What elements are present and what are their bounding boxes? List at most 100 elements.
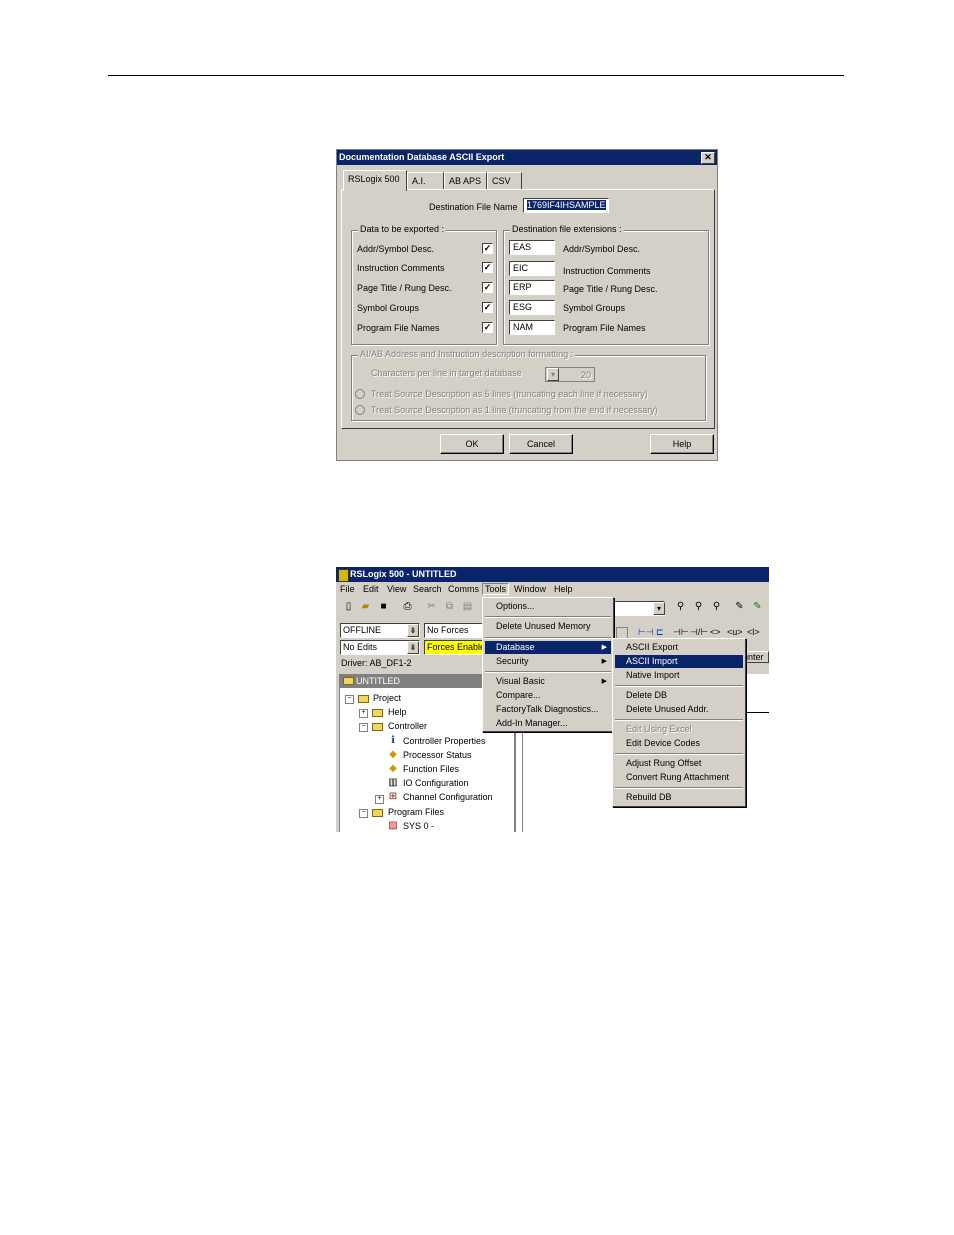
- extension-label: Page Title / Rung Desc.: [563, 284, 658, 294]
- app-title-bar: RSLogix 500 - UNTITLED: [336, 567, 769, 582]
- replace-icon[interactable]: ⚲: [711, 601, 722, 612]
- extension-input[interactable]: NAM: [509, 320, 555, 335]
- rung-icon[interactable]: ⊢⊣: [638, 627, 654, 638]
- page-title-checkbox[interactable]: ✓: [482, 282, 493, 293]
- addr-symbol-checkbox[interactable]: ✓: [482, 243, 493, 254]
- copy-icon[interactable]: ⧉: [444, 601, 455, 612]
- ote-instruction[interactable]: <>: [710, 627, 721, 637]
- ok-button[interactable]: OK: [440, 434, 504, 454]
- radio-five-lines[interactable]: [355, 389, 365, 399]
- io-configuration-icon: ▥: [388, 777, 398, 788]
- close-icon[interactable]: ✕: [701, 152, 715, 164]
- tree-item-sys0[interactable]: SYS 0 -: [403, 821, 434, 831]
- collapse-icon[interactable]: −: [345, 695, 354, 704]
- menu-item-ascii-export[interactable]: ASCII Export: [615, 641, 743, 654]
- branch-icon[interactable]: ⊏: [656, 627, 664, 638]
- forces-enabled-field: Forces Enable: [424, 640, 485, 655]
- tree-item-program-files[interactable]: Program Files: [388, 807, 444, 817]
- tree-item-processor-status[interactable]: Processor Status: [403, 750, 472, 760]
- database-submenu: ASCII Export ASCII Import Native Import …: [612, 638, 746, 807]
- chevron-down-icon[interactable]: ▾: [653, 602, 665, 615]
- symbol-groups-checkbox[interactable]: ✓: [482, 302, 493, 313]
- cancel-button[interactable]: Cancel: [509, 434, 573, 454]
- menu-item-compare[interactable]: Compare...: [485, 689, 611, 702]
- collapse-icon[interactable]: −: [359, 809, 368, 818]
- save-icon[interactable]: ■: [378, 601, 389, 612]
- menu-item-visual-basic[interactable]: Visual Basic ▶: [485, 675, 611, 688]
- tree-item-controller-properties[interactable]: Controller Properties: [403, 736, 486, 746]
- find-icon[interactable]: ⚲: [675, 601, 686, 612]
- menu-edit[interactable]: Edit: [363, 584, 379, 594]
- app-title: RSLogix 500 - UNTITLED: [350, 569, 457, 579]
- tree-item-io-configuration[interactable]: IO Configuration: [403, 778, 469, 788]
- radio-one-line[interactable]: [355, 405, 365, 415]
- menu-item-delete-db[interactable]: Delete DB: [615, 689, 743, 702]
- collapse-icon[interactable]: −: [359, 723, 368, 732]
- menu-file[interactable]: File: [340, 584, 355, 594]
- ai-formatting-title: AI/AB Address and Instruction descriptio…: [358, 349, 576, 359]
- verify-icon[interactable]: ✎: [734, 601, 745, 612]
- menu-item-convert-rung-attachment[interactable]: Convert Rung Attachment: [615, 771, 743, 784]
- spinner-down-icon[interactable]: ▾: [547, 368, 559, 381]
- tree-item-controller[interactable]: Controller: [388, 721, 427, 731]
- tree-item-channel-configuration[interactable]: Channel Configuration: [403, 792, 493, 802]
- tools-menu: Options... Delete Unused Memory Database…: [482, 597, 614, 732]
- forces-value: No Forces: [427, 625, 469, 635]
- menu-item-factorytalk-diagnostics[interactable]: FactoryTalk Diagnostics...: [485, 703, 611, 716]
- tab-ab-aps[interactable]: AB APS: [444, 172, 487, 190]
- cut-icon[interactable]: ✂: [426, 601, 437, 612]
- destination-file-label: Destination File Name: [429, 202, 518, 212]
- menu-separator: [485, 671, 611, 673]
- menu-window[interactable]: Window: [514, 584, 546, 594]
- menu-item-ascii-import[interactable]: ASCII Import: [615, 655, 743, 668]
- tree-item-help[interactable]: Help: [388, 707, 407, 717]
- menu-item-adjust-rung-offset[interactable]: Adjust Rung Offset: [615, 757, 743, 770]
- menu-item-edit-using-excel: Edit Using Excel: [626, 724, 692, 734]
- menu-tools[interactable]: Tools: [482, 583, 510, 595]
- page-top-rule: [108, 75, 844, 76]
- menu-item-delete-unused-memory[interactable]: Delete Unused Memory: [485, 620, 611, 633]
- function-files-icon: ◆: [389, 763, 397, 774]
- tree-item-project[interactable]: Project: [373, 693, 401, 703]
- extension-input[interactable]: EIC: [509, 261, 555, 276]
- menu-view[interactable]: View: [387, 584, 406, 594]
- xic-instruction[interactable]: ⊣⊢: [673, 627, 689, 638]
- menu-item-rebuild-db[interactable]: Rebuild DB: [615, 791, 743, 804]
- menu-item-edit-device-codes[interactable]: Edit Device Codes: [615, 737, 743, 750]
- verify-project-icon[interactable]: ✎: [752, 601, 763, 612]
- paste-icon[interactable]: ▤: [462, 601, 473, 612]
- menu-item-delete-unused-addr[interactable]: Delete Unused Addr.: [615, 703, 743, 716]
- open-folder-icon[interactable]: ▰: [360, 601, 371, 612]
- help-button[interactable]: Help: [650, 434, 714, 454]
- menu-comms[interactable]: Comms: [448, 584, 479, 594]
- menu-item-native-import[interactable]: Native Import: [615, 669, 743, 682]
- program-file-names-checkbox[interactable]: ✓: [482, 322, 493, 333]
- menu-item-add-in-manager[interactable]: Add-In Manager...: [485, 717, 611, 730]
- find-next-icon[interactable]: ⚲: [693, 601, 704, 612]
- tree-item-function-files[interactable]: Function Files: [403, 764, 459, 774]
- edits-dropdown-icon[interactable]: ⇟: [407, 641, 419, 654]
- new-file-icon[interactable]: ▯: [343, 601, 354, 612]
- print-icon[interactable]: ⎙: [402, 601, 413, 612]
- extension-input[interactable]: ESG: [509, 300, 555, 315]
- mode-dropdown-icon[interactable]: ⇟: [407, 624, 419, 637]
- instruction-comments-checkbox[interactable]: ✓: [482, 262, 493, 273]
- menu-item-database[interactable]: Database ▶: [485, 641, 611, 654]
- extension-input[interactable]: EAS: [509, 240, 555, 255]
- expand-icon[interactable]: +: [375, 795, 384, 804]
- expand-icon[interactable]: +: [359, 709, 368, 718]
- xio-instruction[interactable]: ⊣/⊢: [690, 627, 708, 638]
- menu-help[interactable]: Help: [554, 584, 573, 594]
- tab-csv[interactable]: CSV: [487, 172, 522, 190]
- tab-rslogix-500[interactable]: RSLogix 500: [343, 170, 407, 191]
- otu-instruction[interactable]: <u>: [727, 627, 743, 637]
- tab-ai[interactable]: A.I.: [407, 172, 444, 190]
- data-item-label: Program File Names: [357, 323, 440, 333]
- destination-file-input[interactable]: 1769IF4IHSAMPLE: [523, 198, 609, 213]
- otl-instruction[interactable]: <l>: [747, 627, 760, 637]
- extension-input[interactable]: ERP: [509, 280, 555, 295]
- menu-search[interactable]: Search: [413, 584, 442, 594]
- menu-item-security[interactable]: Security ▶: [485, 655, 611, 668]
- menu-item-options[interactable]: Options...: [485, 600, 611, 613]
- chars-per-line-spinner[interactable]: ▾ 20: [545, 367, 595, 382]
